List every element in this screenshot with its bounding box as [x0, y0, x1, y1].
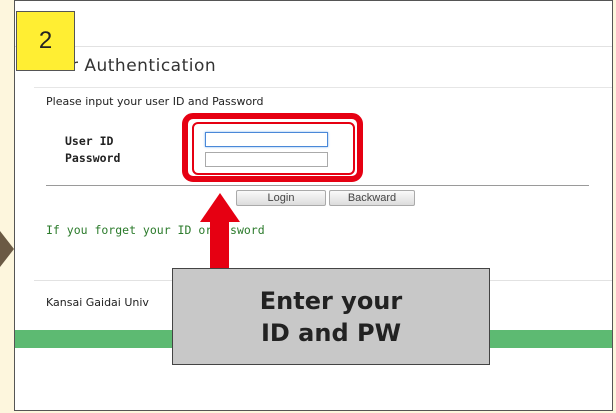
- forgot-id-password-link[interactable]: If you forget your ID or p sword: [46, 223, 265, 237]
- callout-line-1: Enter your: [259, 286, 403, 315]
- pointer-arrow-shaft: [210, 221, 229, 268]
- backward-button[interactable]: Backward: [329, 190, 415, 206]
- form-divider: [46, 185, 589, 186]
- pointer-arrow-icon: [200, 193, 240, 222]
- instruction-callout: Enter your ID and PW: [172, 268, 490, 365]
- instruction-text: Please input your user ID and Password: [46, 95, 264, 108]
- previous-step-arrow-icon: [0, 231, 14, 267]
- userid-label: User ID: [65, 134, 114, 148]
- page-title: er Authentication: [60, 56, 217, 76]
- step-number-badge: 2: [16, 11, 75, 71]
- top-divider: [15, 46, 612, 47]
- highlight-frame-inner: [192, 122, 355, 175]
- title-divider: [34, 87, 612, 88]
- password-label: Password: [65, 151, 121, 165]
- forgot-link-text: If you forget your ID or p: [46, 223, 227, 237]
- forgot-link-tail: sword: [230, 223, 265, 237]
- footer-text: Kansai Gaidai Univ: [46, 296, 149, 309]
- login-button[interactable]: Login: [236, 190, 326, 206]
- callout-line-2: ID and PW: [260, 318, 402, 347]
